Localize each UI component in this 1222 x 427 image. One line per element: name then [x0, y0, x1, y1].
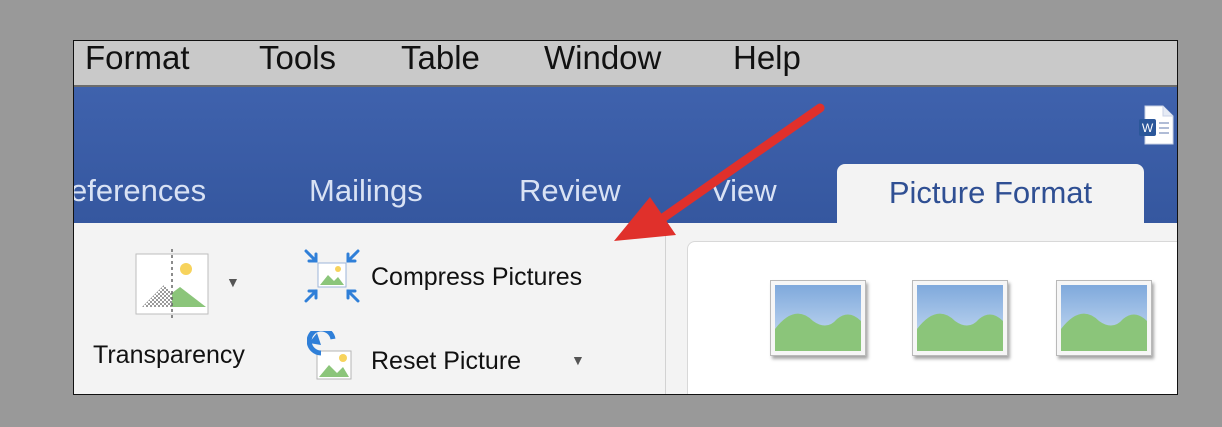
menu-tools[interactable]: Tools	[259, 41, 336, 85]
tab-mailings[interactable]: Mailings	[309, 159, 423, 223]
reset-picture-icon	[307, 331, 352, 380]
app-window: Format Tools Table Window Help W eferenc…	[73, 40, 1178, 395]
menu-table[interactable]: Table	[401, 41, 480, 85]
compress-pictures-icon	[304, 249, 360, 303]
reset-picture-dropdown-caret[interactable]: ▼	[571, 352, 585, 368]
reset-picture-label: Reset Picture	[371, 347, 522, 375]
tab-picture-format[interactable]: Picture Format	[837, 164, 1144, 224]
transparency-icon	[135, 249, 209, 319]
transparency-button[interactable]: ▼	[134, 249, 244, 319]
tab-references[interactable]: eferences	[74, 159, 206, 223]
tab-picture-format-label: Picture Format	[888, 175, 1093, 210]
menu-window[interactable]: Window	[544, 41, 661, 85]
tab-view[interactable]: View	[710, 159, 777, 223]
picture-style-thumbnail[interactable]	[1056, 280, 1152, 356]
picture-style-thumbnail[interactable]	[770, 280, 866, 356]
group-divider	[665, 223, 666, 394]
svg-text:W: W	[1142, 121, 1154, 135]
transparency-label: Transparency	[93, 341, 245, 369]
menu-help[interactable]: Help	[733, 41, 801, 85]
compress-pictures-button[interactable]: Compress Pictures	[304, 249, 644, 305]
landscape-picture-icon	[1061, 285, 1147, 351]
picture-style-thumbnail[interactable]	[912, 280, 1008, 356]
word-document-icon: W	[1139, 105, 1174, 145]
reset-picture-button[interactable]: Reset Picture ▼	[307, 331, 627, 387]
menu-format[interactable]: Format	[85, 41, 190, 85]
landscape-picture-icon	[775, 285, 861, 351]
tab-review[interactable]: Review	[519, 159, 621, 223]
compress-pictures-label: Compress Pictures	[371, 263, 583, 291]
landscape-picture-icon	[917, 285, 1003, 351]
transparency-dropdown-caret[interactable]: ▼	[226, 274, 240, 290]
menu-bar: Format Tools Table Window Help	[74, 41, 1177, 87]
